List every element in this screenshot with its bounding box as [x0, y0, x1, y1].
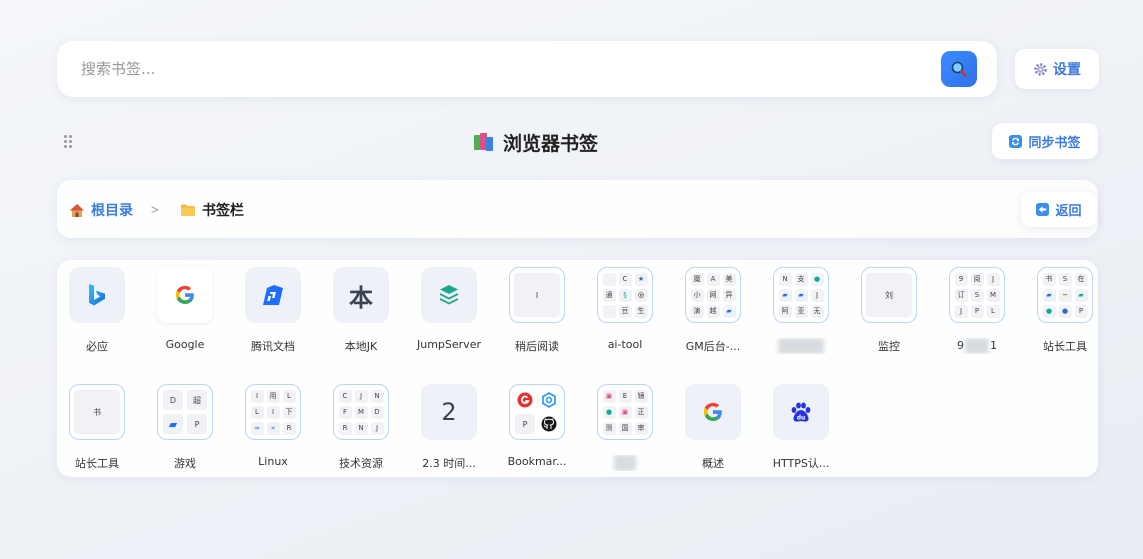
page-header: 浏览器书签 [473, 128, 598, 156]
folder-item[interactable]: N 支 ● ▰ ▰ J 阿 亚 无 [761, 260, 841, 356]
bookmark-label: 2.3 时间... [422, 457, 476, 470]
back-label: 返回 [1055, 204, 1082, 219]
folder-preview-icon: I [509, 267, 565, 323]
folder-item[interactable]: ▣ E 镜 ● ▣ 正 测 国 审 [585, 377, 665, 473]
breadcrumb-current: 书签栏 [180, 200, 244, 220]
text-avatar-icon: 2 [421, 384, 477, 440]
folder-preview-icon: C J N F M D R N J [333, 384, 389, 440]
folder-label: GM后台-... [685, 340, 741, 353]
bing-icon [69, 267, 125, 323]
folder-item[interactable]: 刘 监控 [849, 260, 929, 356]
sync-bookmarks-button[interactable]: 同步书签 [992, 123, 1098, 159]
bookmark-label: 必应 [86, 340, 108, 353]
folder-item[interactable]: 书 S 在 ▰ ━ ▰ ● ● P 站长工具 [1025, 260, 1105, 356]
folder-item[interactable]: C J N F M D R N J 技术资源 [321, 377, 401, 473]
bookmark-item[interactable]: JumpServer [409, 260, 489, 356]
folder-label: 91 [957, 338, 997, 354]
folder-item[interactable]: D 超 ▰ P 游戏 [145, 377, 225, 473]
folder-label: ai-tool [607, 338, 643, 351]
folder-item[interactable]: 魔 A 美 小 网 异 演 越 ▰ GM后台-... [673, 260, 753, 356]
bookmark-item[interactable]: 腾讯文档 [233, 260, 313, 356]
page-title: 浏览器书签 [503, 132, 599, 155]
bookmark-grid: 必应 Google 腾讯文档 本 本地JK JumpServer I 稍后阅读 … [57, 260, 1098, 477]
folder-preview-icon: 刘 [861, 267, 917, 323]
bookmark-item[interactable]: 概述 [673, 377, 753, 473]
folder-label: 监控 [878, 340, 900, 353]
settings-label: 设置 [1053, 62, 1081, 78]
folder-item[interactable]: I 稍后阅读 [497, 260, 577, 356]
bookmark-item[interactable]: Google [145, 260, 225, 356]
folder-item[interactable]: 9 阅 J 订 S M J P L 91 [937, 260, 1017, 356]
breadcrumb-separator: > [151, 202, 159, 217]
google-icon [685, 384, 741, 440]
folder-preview-icon: 书 [69, 384, 125, 440]
folder-label: 稍后阅读 [515, 340, 559, 353]
folder-label: Bookmar... [507, 455, 567, 468]
folder-label [585, 455, 665, 471]
back-button[interactable]: 返回 [1021, 192, 1097, 227]
bookmark-item[interactable]: 2 2.3 时间... [409, 377, 489, 473]
folder-item[interactable]: I 用 L L I 下 ≈ » R Linux [233, 377, 313, 473]
drag-handle-icon[interactable] [64, 134, 74, 148]
folder-icon [181, 204, 195, 216]
folder-preview-icon: D 超 ▰ P [157, 384, 213, 440]
back-arrow-icon [1036, 203, 1050, 216]
bookmark-label: 腾讯文档 [251, 340, 295, 353]
folder-preview-icon: I 用 L L I 下 ≈ » R [245, 384, 301, 440]
books-icon [474, 133, 493, 151]
breadcrumb-root[interactable]: 根目录 [69, 200, 133, 220]
folder-label: 站长工具 [75, 457, 119, 470]
gear-icon [1034, 62, 1047, 76]
sync-label: 同步书签 [1028, 135, 1081, 151]
bookmark-label: 概述 [702, 457, 724, 470]
search-icon [951, 61, 967, 77]
bookmark-item[interactable]: 本 本地JK [321, 260, 401, 356]
folder-label: 游戏 [174, 457, 196, 470]
folder-label: 技术资源 [339, 457, 383, 470]
breadcrumb-root-label: 根目录 [91, 203, 133, 219]
folder-preview-icon: 魔 A 美 小 网 异 演 越 ▰ [685, 267, 741, 323]
settings-button[interactable]: 设置 [1015, 49, 1099, 89]
folder-label [761, 338, 841, 354]
bookmark-label: HTTPS认... [772, 457, 830, 470]
folder-item[interactable]: P Bookmar... [497, 377, 577, 473]
home-icon [70, 203, 84, 217]
baidu-icon: du [773, 384, 829, 440]
folder-preview-icon: P [509, 384, 565, 440]
folder-preview-icon: C ★ 通 § ◎ 豆 生 [597, 267, 653, 323]
tencent-docs-icon [245, 267, 301, 323]
folder-preview-icon: 书 S 在 ▰ ━ ▰ ● ● P [1037, 267, 1093, 323]
breadcrumb-current-label: 书签栏 [202, 203, 244, 219]
svg-text:du: du [797, 415, 806, 422]
bookmark-label: JumpServer [417, 338, 481, 351]
bookmark-label: Google [165, 338, 205, 351]
text-avatar-icon: 本 [333, 267, 389, 323]
folder-preview-icon: 9 阅 J 订 S M J P L [949, 267, 1005, 323]
bookmark-item[interactable]: du HTTPS认... [761, 377, 841, 473]
breadcrumb: 根目录 > 书签栏 返回 [57, 180, 1098, 238]
bookmark-item[interactable]: 必应 [57, 260, 137, 356]
folder-preview-icon: ▣ E 镜 ● ▣ 正 测 国 审 [597, 384, 653, 440]
bookmark-label: 本地JK [344, 340, 378, 353]
folder-label: Linux [258, 455, 288, 468]
jumpserver-icon [421, 267, 477, 323]
google-icon [157, 267, 213, 323]
search-input[interactable] [81, 57, 881, 81]
folder-label: 站长工具 [1043, 340, 1087, 353]
folder-preview-icon: N 支 ● ▰ ▰ J 阿 亚 无 [773, 267, 829, 323]
search-bar [57, 41, 997, 97]
search-button[interactable] [941, 51, 977, 87]
folder-item[interactable]: 书 站长工具 [57, 377, 137, 473]
folder-item[interactable]: C ★ 通 § ◎ 豆 生 ai-tool [585, 260, 665, 356]
sync-icon [1009, 134, 1023, 148]
